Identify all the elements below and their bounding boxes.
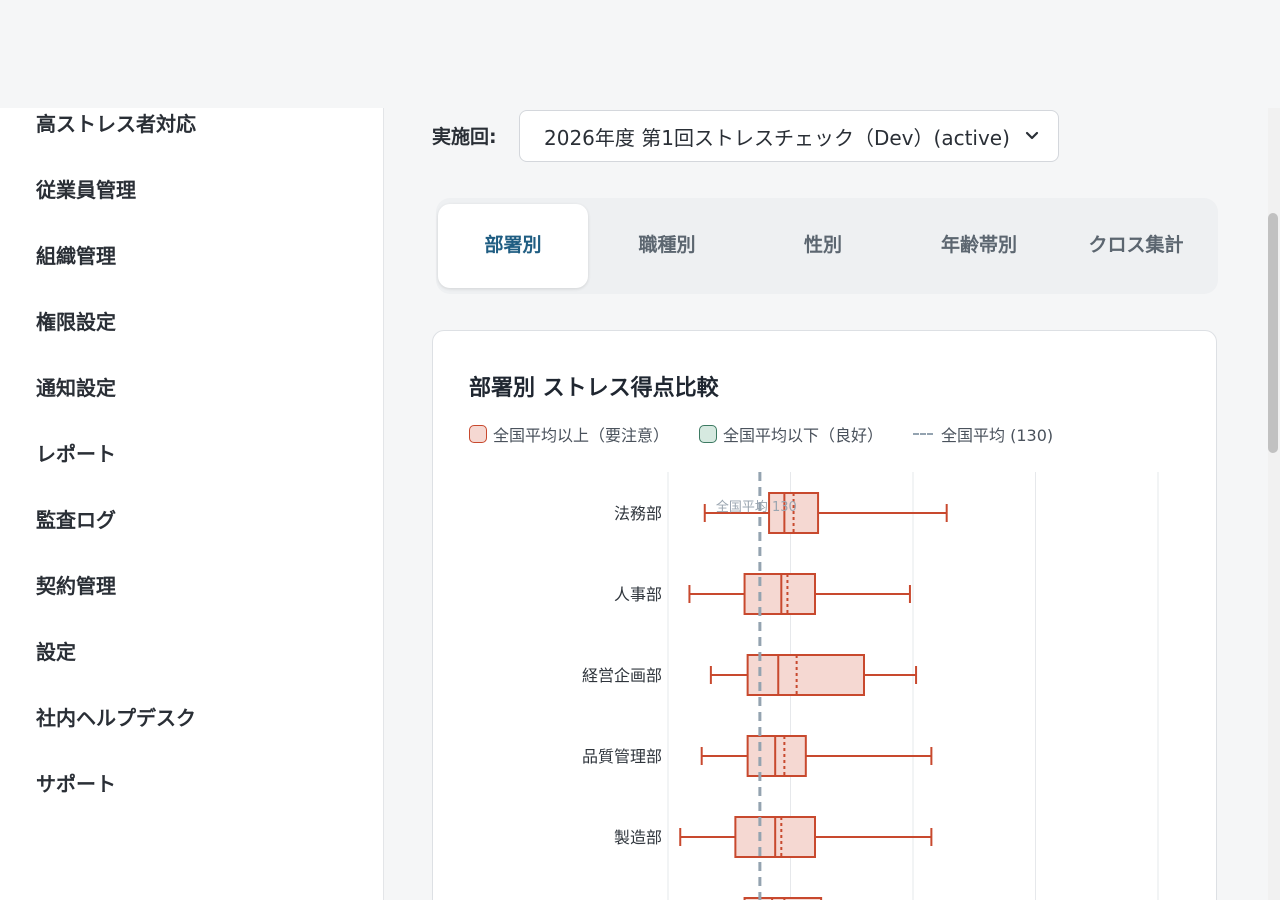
tab-age-band[interactable]: 年齢帯別	[904, 204, 1054, 288]
sidebar-item-notifications[interactable]: 通知設定	[36, 372, 116, 401]
tab-department[interactable]: 部署別	[438, 204, 588, 288]
category-label: 経営企画部	[582, 666, 662, 685]
sidebar: 高ストレス者対応 従業員管理 組織管理 権限設定 通知設定 レポート 監査ログ …	[0, 108, 384, 900]
top-header-area	[0, 0, 1280, 108]
chart-legend: 全国平均以上（要注意） 全国平均以下（良好） 全国平均 (130)	[469, 422, 1083, 446]
tab-job-type[interactable]: 職種別	[592, 204, 742, 288]
group-tabs: 部署別 職種別 性別 年齢帯別 クロス集計	[436, 198, 1218, 294]
category-label: 製造部	[614, 828, 662, 847]
sidebar-item-organization[interactable]: 組織管理	[36, 240, 116, 269]
legend-above: 全国平均以上（要注意）	[469, 422, 669, 446]
national-average-annotation: 全国平均 130	[716, 499, 797, 515]
round-label: 実施回:	[432, 126, 497, 148]
iqr-box	[746, 735, 807, 777]
chevron-down-icon	[1025, 131, 1039, 140]
legend-label-below: 全国平均以下（良好）	[723, 426, 884, 445]
category-label: 人事部	[614, 585, 662, 604]
legend-swatch-below	[699, 425, 718, 443]
round-select-value: 2026年度 第1回ストレスチェック（Dev）(active)	[544, 125, 1010, 150]
legend-label-average: 全国平均 (130)	[941, 426, 1054, 445]
tab-cross-tab[interactable]: クロス集計	[1088, 204, 1184, 288]
legend-dash-average	[913, 433, 934, 435]
sidebar-item-contracts[interactable]: 契約管理	[36, 570, 116, 599]
legend-label-above: 全国平均以上（要注意）	[493, 426, 670, 445]
legend-swatch-above	[469, 425, 487, 443]
scrollbar-thumb[interactable]	[1268, 213, 1278, 453]
sidebar-item-permissions[interactable]: 権限設定	[36, 306, 116, 335]
sidebar-item-high-stress[interactable]: 高ストレス者対応	[36, 108, 196, 137]
sidebar-item-settings[interactable]: 設定	[36, 636, 76, 665]
sidebar-item-support[interactable]: サポート	[36, 768, 116, 797]
tab-gender[interactable]: 性別	[748, 204, 898, 288]
sidebar-item-audit-log[interactable]: 監査ログ	[36, 504, 116, 533]
sidebar-item-employees[interactable]: 従業員管理	[36, 174, 136, 203]
category-label: 品質管理部	[582, 747, 662, 766]
department-boxplot-chart: 法務部人事部経営企画部品質管理部製造部 全国平均 130	[582, 472, 1159, 900]
category-label: 法務部	[614, 504, 662, 523]
legend-below: 全国平均以下（良好）	[699, 422, 883, 446]
chart-title: 部署別 ストレス得点比較	[469, 376, 719, 401]
legend-average: 全国平均 (130)	[913, 422, 1053, 446]
sidebar-item-helpdesk[interactable]: 社内ヘルプデスク	[36, 702, 196, 731]
iqr-box	[743, 573, 816, 615]
round-select[interactable]: 2026年度 第1回ストレスチェック（Dev）(active)	[519, 110, 1059, 162]
iqr-box	[746, 654, 865, 696]
sidebar-item-reports[interactable]: レポート	[36, 438, 116, 467]
